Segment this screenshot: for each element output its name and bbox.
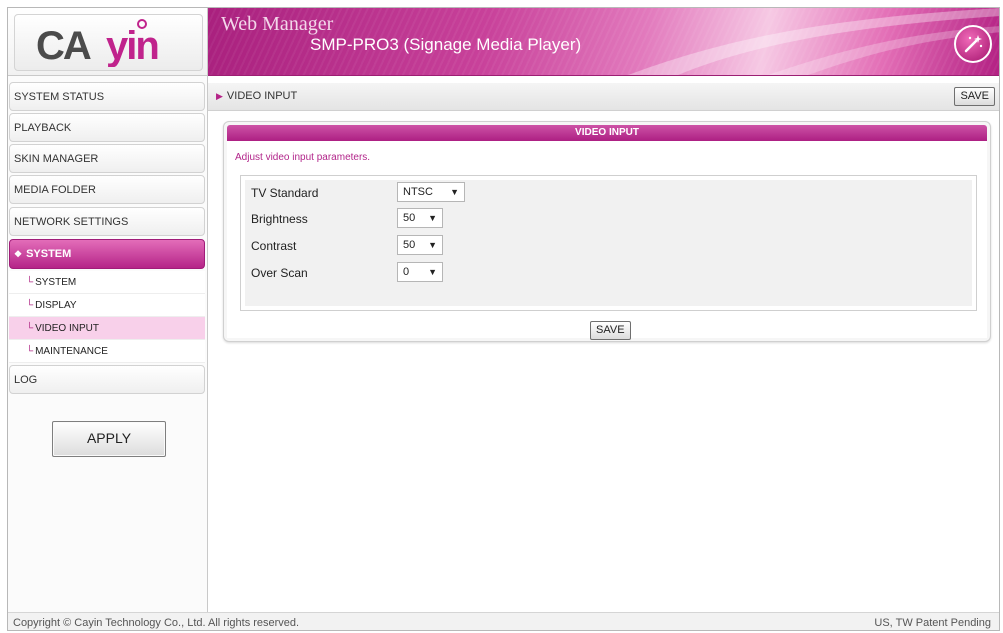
header-banner: Web Manager SMP-PRO3 (Signage Media Play… [208, 8, 999, 76]
page-title-text: VIDEO INPUT [226, 90, 298, 102]
elbow-arrow-icon: └ [26, 277, 34, 288]
sidebar-item-log[interactable]: LOG [9, 365, 205, 394]
save-button-bottom[interactable]: SAVE [590, 321, 631, 340]
submenu-item-system[interactable]: └ SYSTEM [9, 271, 205, 294]
brightness-label: Brightness [251, 212, 308, 226]
cayin-logo[interactable]: CA yin [14, 14, 203, 71]
panel-body: Adjust video input parameters. TV Standa… [227, 141, 987, 340]
web-manager-frame: CA yin Web Manager SMP-PRO3 (Signage Med… [7, 7, 1000, 631]
settings-form: TV Standard NTSC ▼ Brightness 50 ▼ Contr… [240, 175, 977, 311]
sidebar-item-label: NETWORK SETTINGS [14, 216, 129, 228]
submenu-item-label: VIDEO INPUT [35, 323, 99, 334]
sidebar-item-label: SYSTEM [26, 248, 72, 260]
dropdown-caret-icon: ▼ [428, 213, 437, 223]
sidebar-item-system-status[interactable]: SYSTEM STATUS [9, 82, 205, 111]
play-arrow-icon: ▶ [216, 91, 223, 101]
patent-text: US, TW Patent Pending [874, 617, 991, 629]
panel-description: Adjust video input parameters. [235, 152, 371, 163]
cayin-logo-icon: CA yin [36, 18, 159, 67]
form-row-tv-standard: TV Standard NTSC ▼ [245, 181, 972, 207]
elbow-arrow-icon: └ [26, 323, 34, 334]
diamond-bullet-icon: ❖ [14, 249, 23, 259]
brightness-select[interactable]: 50 ▼ [397, 208, 443, 228]
apply-button[interactable]: APPLY [52, 421, 166, 457]
submenu-item-display[interactable]: └ DISPLAY [9, 294, 205, 317]
dropdown-caret-icon: ▼ [428, 240, 437, 250]
form-row-contrast: Contrast 50 ▼ [245, 234, 972, 260]
contrast-label: Contrast [251, 239, 297, 253]
sidebar-item-label: PLAYBACK [14, 122, 72, 134]
footer: Copyright © Cayin Technology Co., Ltd. A… [8, 612, 999, 630]
dropdown-caret-icon: ▼ [428, 267, 437, 277]
sidebar-item-label: LOG [14, 374, 38, 386]
svg-text:yin: yin [106, 24, 158, 67]
logo-area: CA yin [8, 8, 208, 76]
page-title-bar: ▶ VIDEO INPUT SAVE [208, 83, 999, 111]
sidebar-item-label: SKIN MANAGER [14, 153, 99, 165]
sidebar-nav: SYSTEM STATUS PLAYBACK SKIN MANAGER MEDI… [8, 76, 208, 612]
copyright-text: Copyright © Cayin Technology Co., Ltd. A… [13, 617, 300, 629]
submenu-item-label: MAINTENANCE [35, 346, 108, 357]
sidebar-item-network-settings[interactable]: NETWORK SETTINGS [9, 207, 205, 236]
sidebar-item-playback[interactable]: PLAYBACK [9, 113, 205, 142]
sidebar-item-label: MEDIA FOLDER [14, 184, 96, 196]
over-scan-select[interactable]: 0 ▼ [397, 262, 443, 282]
select-value: 0 [403, 266, 410, 278]
magic-wand-icon[interactable] [954, 25, 992, 63]
app-name: Web Manager [221, 13, 334, 35]
svg-text:CA: CA [36, 24, 91, 67]
select-value: 50 [403, 212, 416, 224]
elbow-arrow-icon: └ [26, 300, 34, 311]
device-title: SMP-PRO3 (Signage Media Player) [310, 35, 582, 54]
form-row-brightness: Brightness 50 ▼ [245, 207, 972, 233]
sidebar-item-system[interactable]: ❖ SYSTEM [9, 239, 205, 269]
dropdown-caret-icon: ▼ [450, 187, 459, 197]
settings-form-inner: TV Standard NTSC ▼ Brightness 50 ▼ Contr… [245, 180, 972, 306]
save-button-top[interactable]: SAVE [954, 87, 995, 106]
video-input-panel: VIDEO INPUT Adjust video input parameter… [223, 121, 991, 342]
sidebar-item-media-folder[interactable]: MEDIA FOLDER [9, 175, 205, 204]
sidebar-item-skin-manager[interactable]: SKIN MANAGER [9, 144, 205, 173]
submenu-item-video-input[interactable]: └ VIDEO INPUT [9, 317, 205, 340]
page-title: ▶ VIDEO INPUT [216, 90, 297, 102]
submenu-item-label: DISPLAY [35, 300, 77, 311]
select-value: NTSC [403, 186, 433, 198]
select-value: 50 [403, 239, 416, 251]
elbow-arrow-icon: └ [26, 346, 34, 357]
over-scan-label: Over Scan [251, 266, 308, 280]
panel-heading: VIDEO INPUT [227, 125, 987, 141]
sidebar-item-label: SYSTEM STATUS [14, 91, 105, 103]
tv-standard-select[interactable]: NTSC ▼ [397, 182, 465, 202]
submenu-item-label: SYSTEM [35, 277, 77, 288]
submenu-item-maintenance[interactable]: └ MAINTENANCE [9, 340, 205, 363]
contrast-select[interactable]: 50 ▼ [397, 235, 443, 255]
form-row-over-scan: Over Scan 0 ▼ [245, 261, 972, 287]
tv-standard-label: TV Standard [251, 186, 319, 200]
